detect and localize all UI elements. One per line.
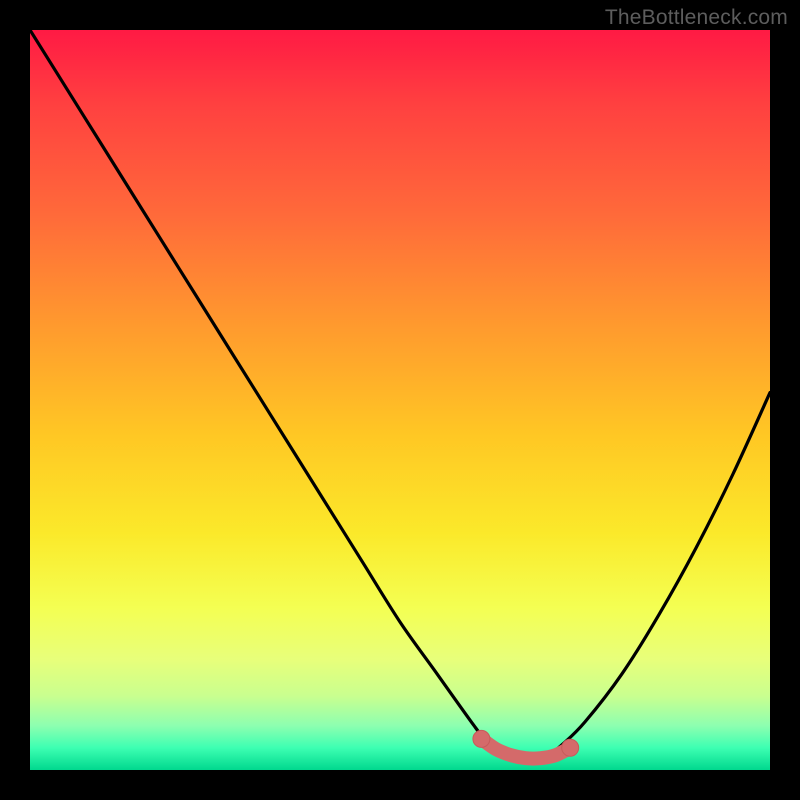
optimal-range-endpoint: [562, 739, 579, 756]
optimal-range-markers: [473, 730, 579, 758]
optimal-range-band: [481, 739, 570, 759]
bottleneck-curve: [30, 30, 770, 759]
watermark-text: TheBottleneck.com: [605, 6, 788, 30]
chart-svg: [30, 30, 770, 770]
optimal-range-endpoint: [473, 730, 490, 747]
plot-area: [30, 30, 770, 770]
chart-frame: TheBottleneck.com: [0, 0, 800, 800]
